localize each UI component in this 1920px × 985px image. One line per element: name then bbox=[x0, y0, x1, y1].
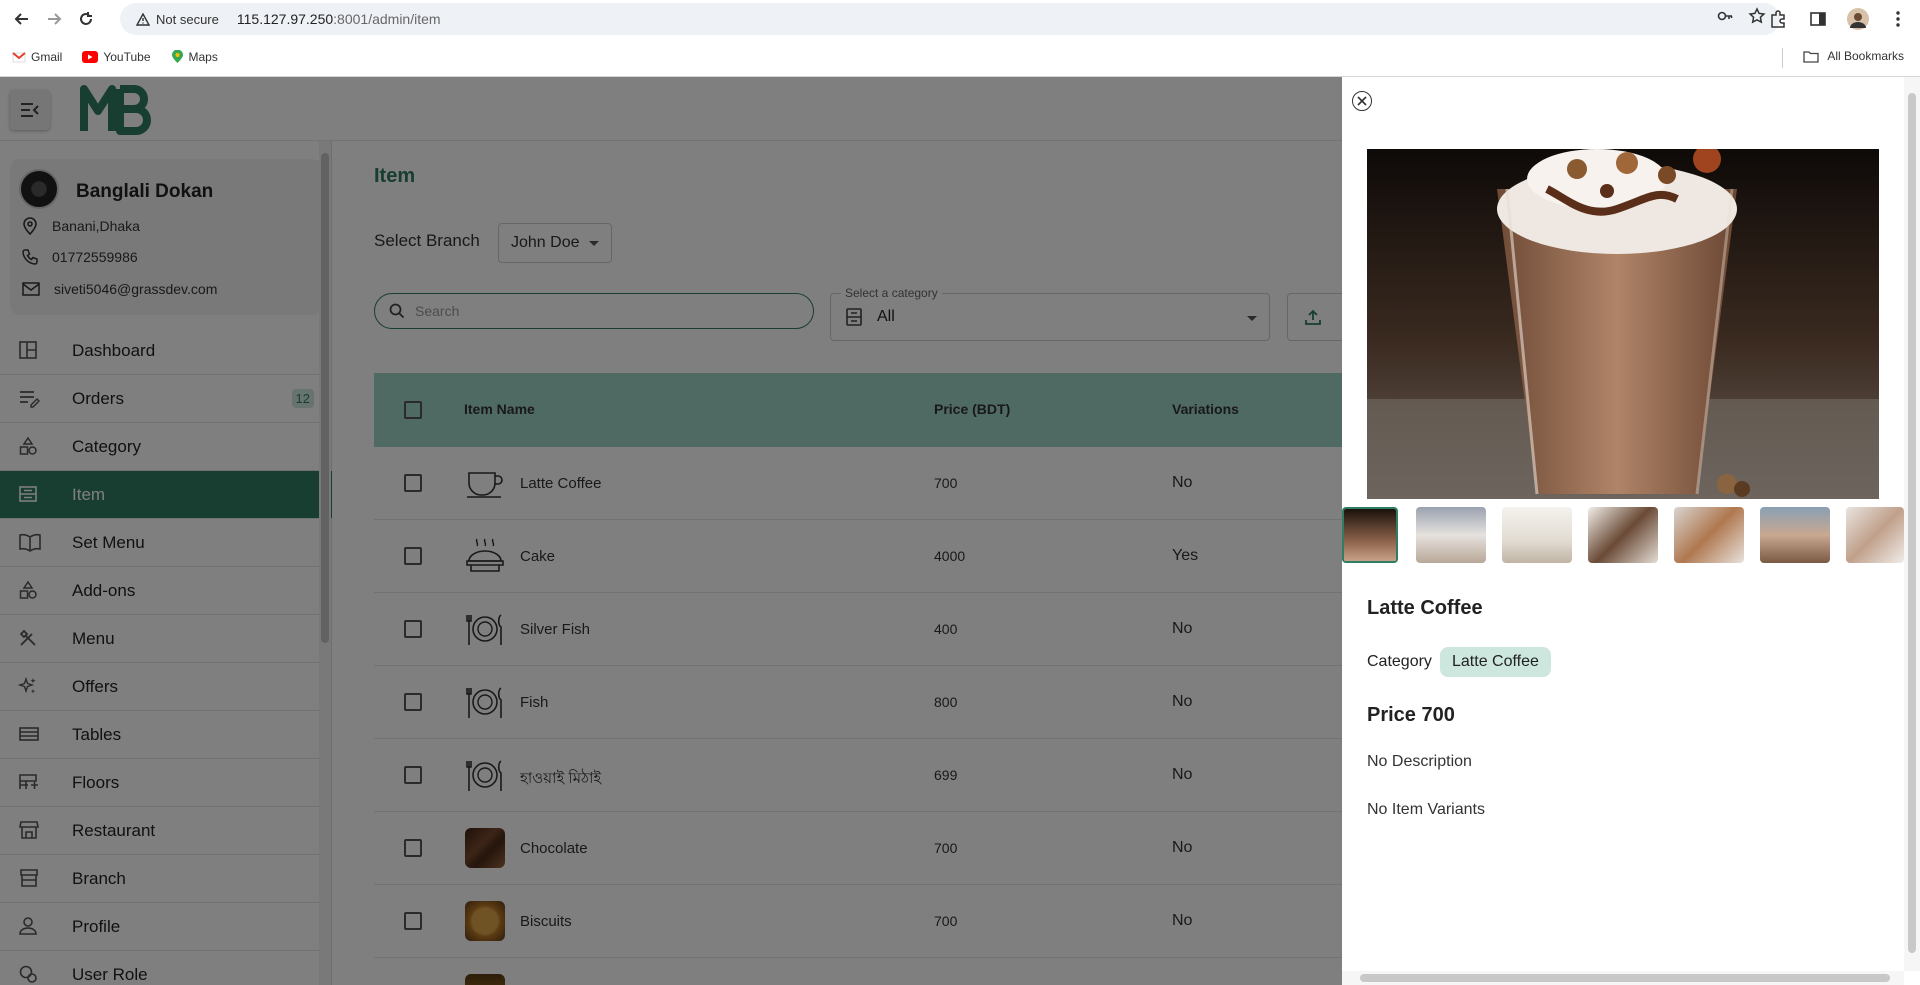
bookmarks-bar: Gmail YouTube Maps All Bookmarks bbox=[0, 38, 1920, 77]
extensions-icon[interactable] bbox=[1762, 3, 1794, 35]
browser-toolbar: Not secure 115.127.97.250:8001/admin/ite… bbox=[0, 0, 1920, 38]
security-label: Not secure bbox=[156, 11, 219, 27]
url-path: :8001/admin/item bbox=[333, 11, 441, 27]
gallery-thumb[interactable] bbox=[1588, 507, 1658, 563]
bookmark-youtube[interactable]: YouTube bbox=[82, 50, 151, 64]
profile-avatar[interactable] bbox=[1842, 3, 1874, 35]
key-icon[interactable] bbox=[1716, 7, 1734, 25]
bookmark-maps[interactable]: Maps bbox=[171, 50, 218, 64]
url-host: 115.127.97.250 bbox=[236, 11, 334, 27]
back-icon[interactable] bbox=[6, 3, 38, 35]
drawer-variants: No Item Variants bbox=[1367, 801, 1485, 818]
modal-backdrop[interactable] bbox=[0, 77, 1342, 985]
drawer-horizontal-scrollbar[interactable] bbox=[1342, 971, 1904, 985]
all-bookmarks[interactable]: All Bookmarks bbox=[1803, 49, 1904, 63]
image-gallery bbox=[1342, 507, 1904, 565]
gallery-thumb[interactable] bbox=[1846, 507, 1904, 563]
address-bar[interactable]: Not secure 115.127.97.250:8001/admin/ite… bbox=[120, 3, 1780, 35]
bookmark-label: Gmail bbox=[31, 50, 63, 64]
item-hero-image bbox=[1367, 149, 1879, 499]
drawer-price: Price 700 bbox=[1367, 704, 1455, 726]
warning-icon bbox=[136, 12, 150, 26]
category-chip: Latte Coffee bbox=[1440, 647, 1551, 677]
all-bookmarks-label: All Bookmarks bbox=[1827, 49, 1904, 63]
side-panel-icon[interactable] bbox=[1802, 3, 1834, 35]
bookmark-label: Maps bbox=[188, 50, 218, 64]
drawer-vertical-scrollbar[interactable] bbox=[1904, 77, 1920, 971]
browser-menu-icon[interactable] bbox=[1882, 3, 1914, 35]
folder-icon bbox=[1803, 50, 1819, 63]
reload-icon[interactable] bbox=[70, 3, 102, 35]
gallery-thumb[interactable] bbox=[1674, 507, 1744, 563]
drawer-item-title: Latte Coffee bbox=[1367, 597, 1483, 619]
drawer-hscroll-thumb[interactable] bbox=[1360, 974, 1890, 982]
bookmark-label: YouTube bbox=[103, 50, 151, 64]
forward-icon[interactable] bbox=[38, 3, 70, 35]
drawer-scroll-thumb[interactable] bbox=[1908, 93, 1916, 953]
gallery-thumb[interactable] bbox=[1502, 507, 1572, 563]
app-root: Banglali Dokan Banani,Dhaka 01772559986 … bbox=[0, 77, 1920, 985]
browser-chrome: Not secure 115.127.97.250:8001/admin/ite… bbox=[0, 0, 1920, 77]
bookmark-gmail[interactable]: Gmail bbox=[12, 50, 62, 64]
drawer-category-label: Category bbox=[1367, 653, 1432, 670]
gallery-thumb[interactable] bbox=[1760, 507, 1830, 563]
youtube-icon bbox=[82, 51, 99, 63]
close-drawer-button[interactable] bbox=[1352, 91, 1372, 111]
gallery-thumb[interactable] bbox=[1342, 507, 1398, 563]
security-indicator[interactable]: Not secure bbox=[126, 7, 229, 31]
drawer-description: No Description bbox=[1367, 753, 1472, 770]
maps-icon bbox=[171, 50, 183, 63]
url-text[interactable]: 115.127.97.250:8001/admin/item bbox=[237, 11, 441, 27]
close-icon bbox=[1357, 96, 1367, 106]
gallery-thumb[interactable] bbox=[1416, 507, 1486, 563]
bookmarks-divider bbox=[1782, 48, 1783, 68]
gmail-icon bbox=[12, 51, 26, 62]
